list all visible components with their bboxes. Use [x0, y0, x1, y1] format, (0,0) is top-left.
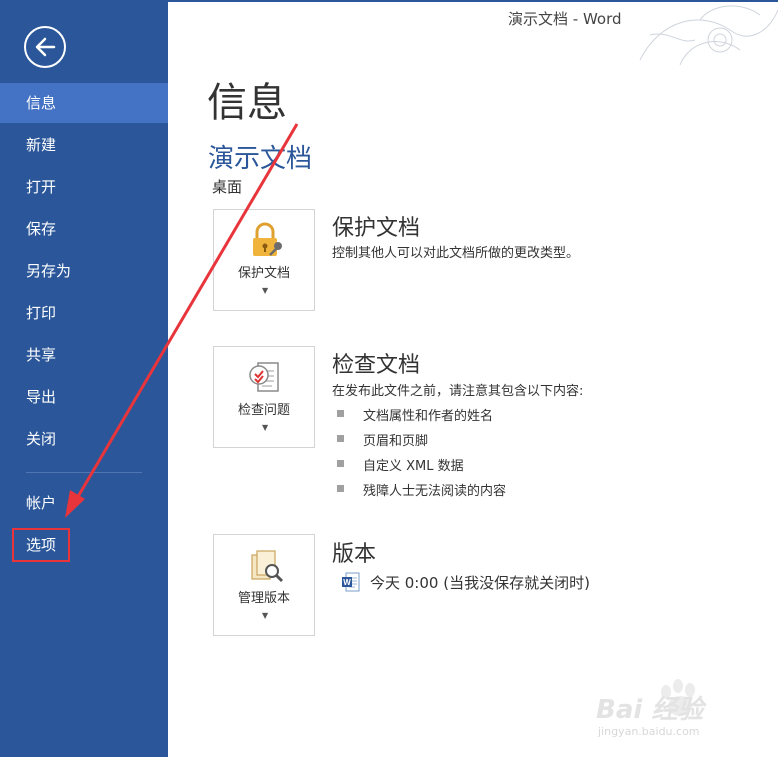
protect-section-description: 控制其他人可以对此文档所做的更改类型。	[332, 246, 580, 261]
bullet-icon	[337, 410, 344, 417]
page-title: 信息	[207, 80, 287, 126]
manage-versions-button[interactable]: 管理版本 ▼	[213, 534, 315, 636]
chevron-down-icon: ▼	[262, 611, 269, 620]
decorative-flourish	[639, 5, 778, 66]
sidebar-divider	[26, 472, 142, 473]
document-location: 桌面	[212, 178, 243, 196]
manage-versions-icon	[251, 550, 284, 583]
protect-document-button[interactable]: 保护文档 ▼	[213, 209, 315, 311]
back-button[interactable]	[24, 26, 66, 68]
sidebar-item-save-as[interactable]: 另存为	[0, 251, 168, 291]
check-for-issues-button-label: 检查问题	[237, 403, 290, 418]
sidebar-item-share[interactable]: 共享	[0, 335, 168, 375]
backstage-sidebar: 信息 新建 打开 保存 另存为 打印 共享 导出 关闭 帐户 选项	[0, 0, 168, 757]
sidebar-item-export[interactable]: 导出	[0, 377, 168, 417]
word-document-icon[interactable]: W	[342, 572, 360, 592]
bullet-icon	[337, 460, 344, 467]
sidebar-item-close[interactable]: 关闭	[0, 419, 168, 459]
inspect-section-title: 检查文档	[332, 353, 421, 378]
bullet-icon	[337, 485, 344, 492]
sidebar-item-open[interactable]: 打开	[0, 167, 168, 207]
check-for-issues-button[interactable]: 检查问题 ▼	[213, 346, 315, 448]
version-entry[interactable]: 今天 0:00 (当我没保存就关闭时)	[370, 572, 590, 593]
sidebar-item-new[interactable]: 新建	[0, 125, 168, 165]
manage-versions-button-label: 管理版本	[237, 591, 290, 606]
document-name: 演示文档	[208, 144, 313, 174]
watermark-brand: Bai 经验	[596, 695, 704, 725]
inspect-item: 自定义 XML 数据	[363, 459, 464, 474]
chevron-down-icon: ▼	[262, 286, 269, 295]
inspect-item: 文档属性和作者的姓名	[363, 409, 494, 424]
inspect-item: 残障人士无法阅读的内容	[363, 484, 507, 499]
chevron-down-icon: ▼	[262, 423, 269, 432]
versions-section-title: 版本	[332, 542, 377, 567]
svg-text:W: W	[343, 578, 351, 587]
sidebar-item-info[interactable]: 信息	[0, 83, 168, 123]
inspect-document-icon	[249, 362, 279, 392]
protect-document-button-label: 保护文档	[237, 266, 290, 281]
sidebar-item-account[interactable]: 帐户	[0, 483, 168, 523]
inspect-section-description: 在发布此文件之前，请注意其包含以下内容:	[332, 384, 584, 399]
protect-section-title: 保护文档	[332, 216, 421, 241]
bullet-icon	[337, 435, 344, 442]
sidebar-item-save[interactable]: 保存	[0, 209, 168, 249]
watermark-url: jingyan.baidu.com	[598, 725, 700, 738]
options-highlight-box	[12, 528, 70, 562]
arrow-left-icon	[35, 37, 56, 57]
window-title: 演示文档 - Word	[508, 10, 622, 28]
lock-key-icon	[253, 222, 282, 256]
inspect-item: 页眉和页脚	[363, 434, 429, 449]
sidebar-item-print[interactable]: 打印	[0, 293, 168, 333]
